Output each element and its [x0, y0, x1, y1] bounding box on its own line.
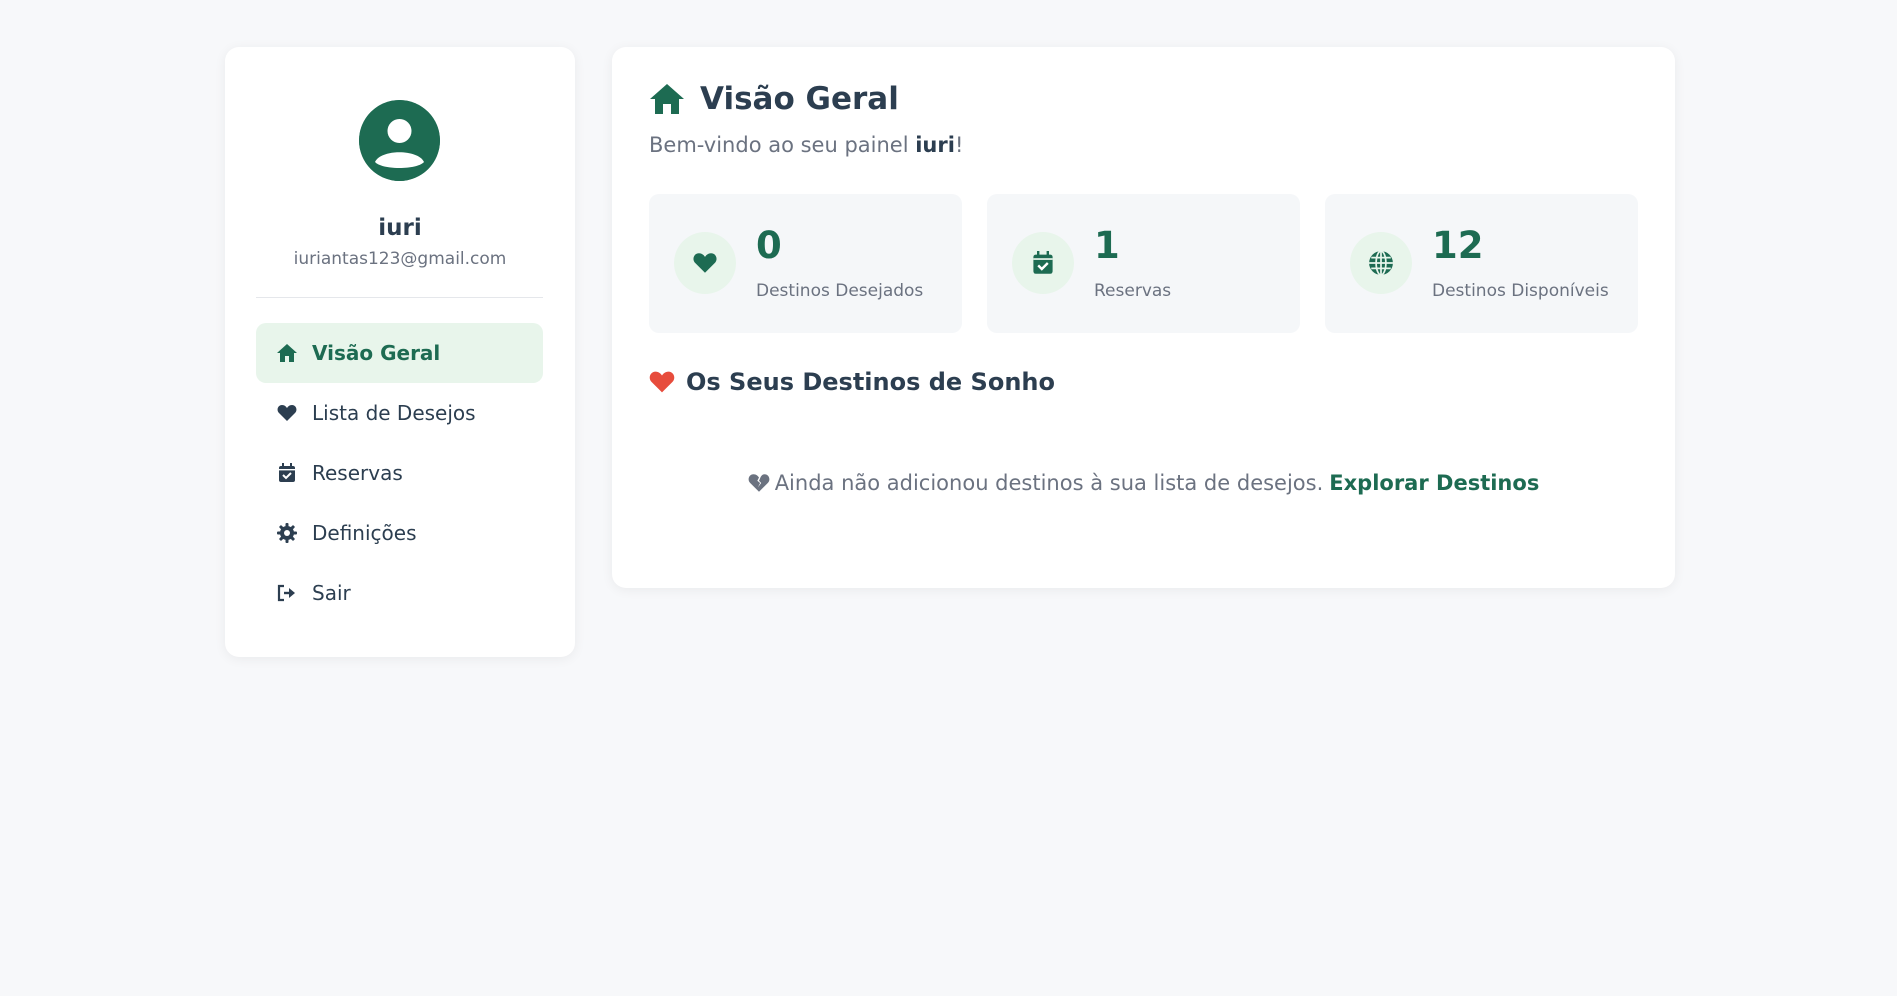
- empty-text: Ainda não adicionou destinos à sua lista…: [774, 471, 1324, 495]
- user-name: iuri: [378, 215, 422, 241]
- sidebar-item-settings[interactable]: Definições: [256, 503, 543, 563]
- sidebar-divider: [256, 297, 543, 298]
- welcome-message: Bem-vindo ao seu painel iuri!: [649, 133, 963, 157]
- sidebar-item-label: Definições: [312, 521, 417, 545]
- sidebar-item-label: Reservas: [312, 461, 403, 485]
- heart-icon: [276, 402, 298, 424]
- section-title: Os Seus Destinos de Sonho: [649, 368, 1055, 396]
- sidebar-nav: Visão Geral Lista de Desejos Reservas De…: [256, 323, 543, 623]
- home-icon: [649, 83, 685, 115]
- section-title-text: Os Seus Destinos de Sonho: [686, 368, 1055, 396]
- sidebar-item-wishlist[interactable]: Lista de Desejos: [256, 383, 543, 443]
- home-icon: [276, 342, 298, 364]
- empty-wishlist-message: Ainda não adicionou destinos à sua lista…: [612, 471, 1675, 495]
- heart-icon: [649, 370, 675, 394]
- sidebar-item-overview[interactable]: Visão Geral: [256, 323, 543, 383]
- explore-destinations-link[interactable]: Explorar Destinos: [1329, 471, 1539, 495]
- page-title: Visão Geral: [649, 81, 899, 117]
- logout-icon: [276, 582, 298, 604]
- stat-card-wishlist: 0 Destinos Desejados: [649, 194, 962, 333]
- calendar-check-icon: [276, 462, 298, 484]
- stat-card-bookings: 1 Reservas: [987, 194, 1300, 333]
- welcome-prefix: Bem-vindo ao seu painel: [649, 133, 916, 157]
- stat-value: 12: [1432, 224, 1484, 267]
- user-icon: [359, 100, 440, 181]
- stat-value: 1: [1094, 224, 1120, 267]
- globe-icon: [1350, 232, 1412, 294]
- calendar-check-icon: [1012, 232, 1074, 294]
- avatar: [359, 100, 440, 181]
- heart-icon: [674, 232, 736, 294]
- stat-card-destinations: 12 Destinos Disponíveis: [1325, 194, 1638, 333]
- dashboard-main-panel: Visão Geral Bem-vindo ao seu painel iuri…: [612, 47, 1675, 588]
- stat-label: Destinos Disponíveis: [1432, 281, 1609, 301]
- stat-label: Reservas: [1094, 281, 1172, 301]
- stat-label: Destinos Desejados: [756, 281, 924, 301]
- stat-value: 0: [756, 224, 782, 267]
- sidebar-item-label: Lista de Desejos: [312, 401, 476, 425]
- sidebar-item-bookings[interactable]: Reservas: [256, 443, 543, 503]
- page-title-text: Visão Geral: [700, 81, 899, 117]
- sidebar-item-label: Visão Geral: [312, 341, 441, 365]
- stats-row: 0 Destinos Desejados 1 Reservas 12 Desti…: [649, 194, 1638, 333]
- sidebar-item-label: Sair: [312, 581, 351, 605]
- profile-sidebar: iuri iuriantas123@gmail.com Visão Geral …: [225, 47, 575, 657]
- user-email: iuriantas123@gmail.com: [293, 249, 507, 269]
- sidebar-item-logout[interactable]: Sair: [256, 563, 543, 623]
- broken-heart-icon: [748, 473, 770, 493]
- welcome-user-name: iuri: [915, 133, 955, 157]
- welcome-suffix: !: [954, 133, 964, 157]
- gear-icon: [276, 522, 298, 544]
